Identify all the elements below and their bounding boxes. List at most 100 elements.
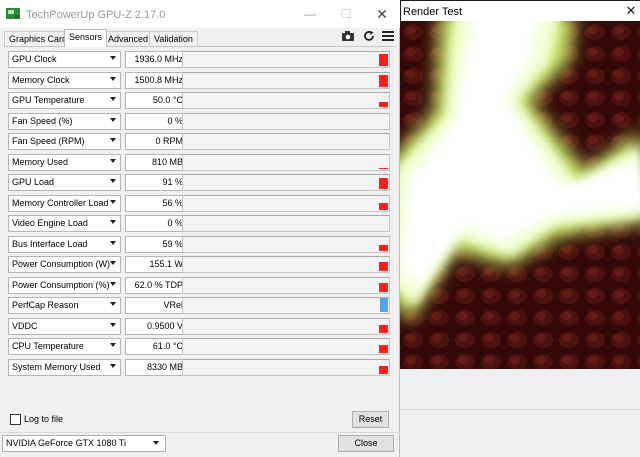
sensor-label[interactable]: Memory Controller Load xyxy=(8,195,121,212)
sensor-row: Video Engine Load 0 % xyxy=(8,215,390,232)
sensor-label[interactable]: Memory Clock xyxy=(8,72,121,89)
desktop: TechPowerUp GPU-Z 2.17.0 — ☐ ✕ Graphics … xyxy=(0,0,640,457)
sensor-graph xyxy=(182,154,390,171)
sensor-graph xyxy=(182,72,390,89)
sensor-label[interactable]: PerfCap Reason xyxy=(8,297,121,314)
maximize-button[interactable]: ☐ xyxy=(328,0,364,28)
bottom-divider xyxy=(0,432,400,433)
sensor-label[interactable]: Power Consumption (W) xyxy=(8,256,121,273)
sensor-value: 810 MB xyxy=(125,154,188,171)
chevron-down-icon[interactable] xyxy=(110,323,116,327)
sensor-label[interactable]: Power Consumption (%) xyxy=(8,277,121,294)
chevron-down-icon[interactable] xyxy=(110,364,116,368)
chevron-down-icon[interactable] xyxy=(110,261,116,265)
sensor-graph-fill xyxy=(379,345,388,353)
tab-advanced[interactable]: Advanced xyxy=(103,31,154,46)
render-test-window: Render Test ✕ xyxy=(400,0,640,457)
sensor-graph-fill xyxy=(379,54,388,66)
chevron-down-icon[interactable] xyxy=(110,343,116,347)
sensor-row: Power Consumption (%) 62.0 % TDP xyxy=(8,277,390,294)
render-test-footer xyxy=(400,369,640,457)
gpuz-titlebar[interactable]: TechPowerUp GPU-Z 2.17.0 — ☐ ✕ xyxy=(0,0,400,28)
sensor-graph xyxy=(182,338,390,355)
sensor-label[interactable]: Fan Speed (RPM) xyxy=(8,133,121,150)
sensor-row: Bus Interface Load 59 % xyxy=(8,236,390,253)
sensor-row: Power Consumption (W) 155.1 W xyxy=(8,256,390,273)
sensor-graph-fill xyxy=(379,75,388,87)
render-test-close-button[interactable]: ✕ xyxy=(620,1,640,21)
sensor-label[interactable]: System Memory Used xyxy=(8,359,121,376)
sensor-graph-fill xyxy=(379,245,388,251)
chevron-down-icon[interactable] xyxy=(110,200,116,204)
chevron-down-icon[interactable] xyxy=(110,179,116,183)
sensor-value: 91 % xyxy=(125,174,188,191)
sensor-row: Fan Speed (RPM) 0 RPM xyxy=(8,133,390,150)
sensor-value: 155.1 W xyxy=(125,256,188,273)
sensor-graph-fill xyxy=(379,102,388,107)
sensor-label[interactable]: Video Engine Load xyxy=(8,215,121,232)
sensor-graph-fill xyxy=(380,298,388,312)
render-test-titlebar[interactable]: Render Test ✕ xyxy=(400,0,640,21)
sensor-graph-fill xyxy=(379,366,388,374)
sensor-value: 0 RPM xyxy=(125,133,188,150)
chevron-down-icon[interactable] xyxy=(110,56,116,60)
chevron-down-icon[interactable] xyxy=(110,77,116,81)
sensor-label[interactable]: GPU Load xyxy=(8,174,121,191)
chevron-down-icon[interactable] xyxy=(110,159,116,163)
sensor-row: PerfCap Reason VRel xyxy=(8,297,390,314)
tab-sensors[interactable]: Sensors xyxy=(64,29,108,47)
sensor-label[interactable]: Fan Speed (%) xyxy=(8,113,121,130)
chevron-down-icon[interactable] xyxy=(110,302,116,306)
sensor-row: GPU Clock 1936.0 MHz xyxy=(8,51,390,68)
sensor-value: 0 % xyxy=(125,113,188,130)
render-test-title: Render Test xyxy=(403,6,463,18)
sensor-label[interactable]: CPU Temperature xyxy=(8,338,121,355)
sensor-graph xyxy=(182,195,390,212)
log-to-file-checkbox[interactable] xyxy=(10,414,21,425)
chevron-down-icon[interactable] xyxy=(110,97,116,101)
sensor-value: 1936.0 MHz xyxy=(125,51,188,68)
sensor-label[interactable]: GPU Temperature xyxy=(8,92,121,109)
menu-icon[interactable] xyxy=(381,30,395,42)
camera-icon[interactable] xyxy=(341,30,355,42)
sensor-label[interactable]: Memory Used xyxy=(8,154,121,171)
sensor-value: 0 % xyxy=(125,215,188,232)
sensor-label[interactable]: GPU Clock xyxy=(8,51,121,68)
footer-divider xyxy=(400,409,640,410)
chevron-down-icon[interactable] xyxy=(110,138,116,142)
chevron-down-icon[interactable] xyxy=(110,118,116,122)
sensor-graph-fill xyxy=(379,203,388,210)
sensor-row: GPU Load 91 % xyxy=(8,174,390,191)
tab-graphics-card[interactable]: Graphics Card xyxy=(4,31,73,46)
sensor-graph-fill xyxy=(379,178,388,189)
refresh-icon[interactable] xyxy=(362,30,376,42)
log-to-file-label: Log to file xyxy=(24,414,64,424)
reset-button[interactable]: Reset xyxy=(352,411,389,428)
sensor-value: VRel xyxy=(125,297,188,314)
tab-bar: Graphics Card Sensors Advanced Validatio… xyxy=(0,28,400,47)
render-test-image xyxy=(400,21,640,369)
sensor-row: Memory Clock 1500.8 MHz xyxy=(8,72,390,89)
sensor-graph xyxy=(182,113,390,130)
sensor-label[interactable]: Bus Interface Load xyxy=(8,236,121,253)
sensor-graph xyxy=(182,215,390,232)
render-test-canvas xyxy=(400,21,640,369)
sensor-graph xyxy=(182,236,390,253)
sensor-value: 1500.8 MHz xyxy=(125,72,188,89)
close-button[interactable]: Close xyxy=(338,435,394,452)
sensor-value: 8330 MB xyxy=(125,359,188,376)
sensor-value: 59 % xyxy=(125,236,188,253)
sensor-row: Memory Controller Load 56 % xyxy=(8,195,390,212)
chevron-down-icon[interactable] xyxy=(110,282,116,286)
chevron-down-icon[interactable] xyxy=(153,441,159,445)
sensor-graph xyxy=(182,133,390,150)
sensor-label[interactable]: VDDC xyxy=(8,318,121,335)
close-window-button[interactable]: ✕ xyxy=(364,0,400,28)
minimize-button[interactable]: — xyxy=(292,0,328,28)
gpu-select[interactable]: NVIDIA GeForce GTX 1080 Ti xyxy=(2,435,166,452)
chevron-down-icon[interactable] xyxy=(110,220,116,224)
chevron-down-icon[interactable] xyxy=(110,241,116,245)
sensor-graph xyxy=(182,359,390,376)
tab-validation[interactable]: Validation xyxy=(149,31,198,46)
sensor-row: CPU Temperature 61.0 °C xyxy=(8,338,390,355)
